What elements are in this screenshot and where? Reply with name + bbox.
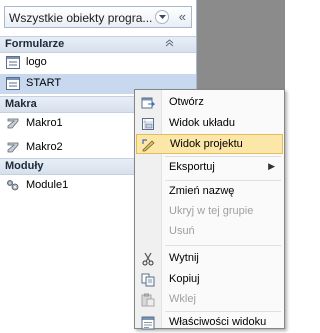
group-header-forms[interactable]: Formularze: [0, 36, 196, 53]
menu-item-label: Zmień nazwę: [169, 185, 235, 197]
nav-item-label: Makro1: [26, 117, 63, 129]
nav-item-label: Module1: [26, 179, 69, 191]
menu-item-label: Właściwości widoku: [169, 316, 267, 328]
menu-item-rename[interactable]: Zmień nazwę: [136, 182, 283, 202]
menu-item-label: Usuń: [169, 225, 195, 237]
menu-item-design-view[interactable]: Widok projektu: [136, 134, 283, 154]
menu-item-export[interactable]: Eksportuj ▶: [136, 158, 283, 178]
menu-item-hide-in-group[interactable]: Ukryj w tej grupie: [136, 202, 283, 222]
submenu-arrow-icon: ▶: [268, 161, 275, 171]
menu-item-layout-view[interactable]: Widok układu: [136, 114, 283, 134]
module-icon: [6, 179, 20, 192]
nav-item-logo[interactable]: logo: [0, 53, 196, 73]
menu-item-label: Ukryj w tej grupie: [169, 205, 254, 217]
menu-item-label: Otwórz: [169, 96, 204, 108]
nav-item-label: Makro2: [26, 141, 63, 153]
group-label: Makra: [5, 98, 37, 110]
menu-separator: [165, 245, 281, 246]
form-icon: [6, 77, 20, 90]
group-label: Moduły: [5, 160, 44, 172]
menu-item-delete[interactable]: Usuń: [136, 222, 283, 242]
nav-pane-header[interactable]: Wszystkie obiekty progra... «: [4, 6, 192, 28]
macro-icon: [6, 141, 20, 154]
copy-icon: [141, 273, 155, 287]
menu-item-label: Eksportuj: [169, 161, 215, 173]
menu-item-label: Kopiuj: [169, 273, 200, 285]
scissors-icon: [141, 252, 155, 266]
chevron-up-icon[interactable]: [165, 38, 174, 51]
menu-item-label: Wklej: [169, 293, 196, 305]
menu-separator: [165, 156, 281, 157]
chevron-down-icon[interactable]: [155, 10, 169, 24]
menu-item-copy[interactable]: Kopiuj: [136, 270, 283, 290]
group-label: Formularze: [5, 38, 65, 50]
menu-item-cut[interactable]: Wytnij: [136, 249, 283, 269]
menu-item-label: Widok projektu: [170, 138, 243, 150]
menu-item-label: Widok układu: [169, 117, 236, 129]
nav-pane-title: Wszystkie obiekty progra...: [9, 11, 153, 25]
menu-separator: [165, 180, 281, 181]
menu-separator: [165, 311, 281, 312]
menu-item-open[interactable]: Otwórz: [136, 93, 283, 113]
context-menu: Otwórz Widok układu Widok projektu Ekspo…: [134, 89, 285, 330]
design-view-icon: [142, 138, 156, 152]
paste-icon: [141, 293, 155, 307]
properties-icon: [141, 316, 155, 330]
open-form-icon: [141, 96, 156, 110]
nav-item-label: START: [26, 77, 62, 89]
layout-view-icon: [141, 117, 155, 131]
shutter-collapse-icon[interactable]: «: [179, 9, 186, 25]
menu-item-paste[interactable]: Wklej: [136, 290, 283, 310]
nav-item-label: logo: [26, 56, 47, 68]
macro-icon: [6, 117, 20, 130]
form-icon: [6, 56, 20, 69]
menu-item-label: Wytnij: [169, 252, 199, 264]
menu-item-view-properties[interactable]: Właściwości widoku: [136, 313, 283, 333]
